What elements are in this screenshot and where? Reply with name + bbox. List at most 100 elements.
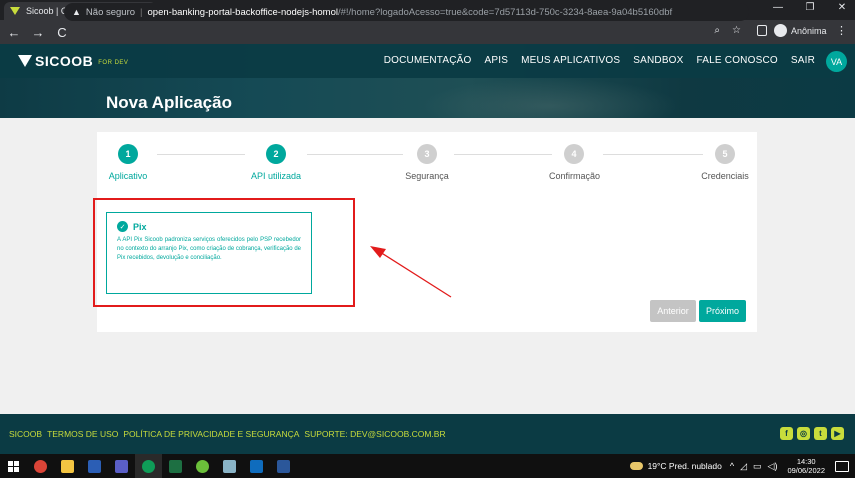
weather-text: 19°C Pred. nublado	[647, 461, 722, 471]
next-button[interactable]: Próximo	[699, 300, 746, 322]
main-content: 1 Aplicativo 2 API utilizada 3 Segurança…	[0, 118, 855, 414]
zoom-search-icon[interactable]: ⌕	[714, 25, 720, 36]
step-credenciais[interactable]: 5 Credenciais	[701, 144, 749, 181]
file-explorer-icon[interactable]	[54, 454, 81, 478]
sicoob-favicon-icon	[10, 7, 20, 15]
user-avatar[interactable]: VA	[826, 51, 847, 72]
footer-link-sicoob[interactable]: SICOOB	[9, 429, 42, 439]
step-connector	[454, 154, 552, 155]
word-icon[interactable]	[270, 454, 297, 478]
footer-link-terms[interactable]: TERMOS DE USO	[47, 429, 118, 439]
side-panel-icon[interactable]	[757, 25, 767, 36]
bookmark-star-icon[interactable]: ☆	[732, 25, 741, 36]
main-menu: DOCUMENTAÇÃO APIS MEUS APLICATIVOS SANDB…	[384, 55, 815, 66]
api-option-pix[interactable]: ✓ Pix A API Pix Sicoob padroniza serviço…	[106, 212, 312, 294]
facebook-icon[interactable]: f	[780, 427, 793, 440]
warning-icon[interactable]: ▲	[72, 7, 81, 17]
previous-button[interactable]: Anterior	[650, 300, 696, 322]
taskbar-apps	[0, 454, 297, 478]
header-background-image	[420, 78, 680, 118]
system-tray: 19°C Pred. nublado ^ ◿ ▭ ◁) 14:30 09/06/…	[629, 454, 855, 478]
api-name: Pix	[133, 221, 147, 232]
windows-start-icon[interactable]	[0, 454, 27, 478]
step-label: API utilizada	[250, 171, 302, 181]
sicoob-chevron-icon	[18, 55, 32, 67]
outlook-icon[interactable]	[243, 454, 270, 478]
step-connector	[603, 154, 703, 155]
address-bar[interactable]: ▲ Não seguro | open-banking-portal-backo…	[64, 3, 749, 21]
clock[interactable]: 14:30 09/06/2022	[787, 457, 825, 475]
powershell-icon[interactable]	[81, 454, 108, 478]
logo-subtext: FOR DEV	[98, 60, 129, 66]
url-separator: |	[140, 6, 143, 18]
footer-link-privacy[interactable]: POLÍTICA DE PRIVACIDADE E SEGURANÇA	[123, 429, 299, 439]
minimize-button[interactable]: —	[771, 2, 785, 13]
footer-links: SICOOB TERMOS DE USO POLÍTICA DE PRIVACI…	[9, 429, 446, 439]
green-app-icon[interactable]	[189, 454, 216, 478]
step-connector	[157, 154, 245, 155]
menu-meus-aplicativos[interactable]: MEUS APLICATIVOS	[521, 55, 620, 66]
menu-documentacao[interactable]: DOCUMENTAÇÃO	[384, 55, 472, 66]
clock-time: 14:30	[796, 457, 816, 466]
security-label[interactable]: Não seguro	[86, 7, 135, 18]
twitter-icon[interactable]: t	[814, 427, 827, 440]
step-aplicativo[interactable]: 1 Aplicativo	[108, 144, 148, 181]
step-number: 5	[715, 144, 735, 164]
reload-button[interactable]: C	[52, 25, 72, 40]
chrome-icon[interactable]	[27, 454, 54, 478]
step-label: Aplicativo	[108, 171, 148, 181]
incognito-icon	[774, 24, 787, 37]
teams-icon[interactable]	[108, 454, 135, 478]
url-host: open-banking-portal-backoffice-nodejs-ho…	[147, 6, 338, 18]
page-title: Nova Aplicação	[106, 93, 232, 112]
chevron-up-icon[interactable]: ^	[730, 461, 734, 471]
step-seguranca[interactable]: 3 Segurança	[405, 144, 449, 181]
menu-fale-conosco[interactable]: FALE CONOSCO	[697, 55, 778, 66]
weather-widget[interactable]: 19°C Pred. nublado	[629, 461, 722, 471]
social-links: f ◎ t ▶	[780, 427, 844, 440]
sicoob-logo[interactable]: SICOOB FOR DEV	[18, 53, 128, 69]
maximize-button[interactable]: ❐	[803, 2, 817, 13]
instagram-icon[interactable]: ◎	[797, 427, 810, 440]
url-path: /#!/home?logadoAcesso=true&code=7d57113d…	[337, 6, 673, 18]
back-button[interactable]: ←	[4, 25, 24, 40]
browser-menu-icon[interactable]: ⋮	[836, 24, 847, 37]
window-controls: — ❐ ✕	[771, 2, 849, 13]
menu-sair[interactable]: SAIR	[791, 55, 815, 66]
windows-taskbar: 19°C Pred. nublado ^ ◿ ▭ ◁) 14:30 09/06/…	[0, 454, 855, 478]
step-label: Confirmação	[549, 171, 601, 181]
step-api-utilizada[interactable]: 2 API utilizada	[249, 144, 303, 181]
profile-label: Anônima	[791, 25, 827, 36]
excel-icon[interactable]	[162, 454, 189, 478]
wizard-card: 1 Aplicativo 2 API utilizada 3 Segurança…	[97, 132, 757, 332]
step-connector	[307, 154, 403, 155]
omnibox-icons: ⌕ ☆	[714, 25, 741, 36]
volume-icon[interactable]: ◁)	[768, 461, 778, 472]
step-number: 4	[564, 144, 584, 164]
site-header: SICOOB FOR DEV DOCUMENTAÇÃO APIS MEUS AP…	[0, 44, 855, 118]
step-label: Segurança	[405, 171, 449, 181]
notes-app-icon[interactable]	[216, 454, 243, 478]
notification-icon[interactable]	[835, 460, 849, 472]
step-label: Credenciais	[701, 171, 749, 181]
menu-sandbox[interactable]: SANDBOX	[633, 55, 683, 66]
cloud-sun-icon	[629, 462, 643, 470]
api-option-header: ✓ Pix	[117, 221, 301, 232]
menu-apis[interactable]: APIS	[484, 55, 508, 66]
network-icon[interactable]: ◿	[740, 461, 747, 472]
step-number: 1	[118, 144, 138, 164]
battery-icon[interactable]: ▭	[753, 461, 762, 472]
chrome-active-icon[interactable]	[135, 454, 162, 478]
site-footer: SICOOB TERMOS DE USO POLÍTICA DE PRIVACI…	[0, 414, 855, 454]
clock-date: 09/06/2022	[787, 466, 825, 475]
youtube-icon[interactable]: ▶	[831, 427, 844, 440]
close-window-button[interactable]: ✕	[835, 2, 849, 13]
step-number: 2	[266, 144, 286, 164]
logo-text: SICOOB	[35, 53, 94, 69]
incognito-profile[interactable]: Anônima	[774, 24, 827, 37]
step-number: 3	[417, 144, 437, 164]
step-confirmacao[interactable]: 4 Confirmação	[549, 144, 601, 181]
api-description: A API Pix Sicoob padroniza serviços ofer…	[117, 237, 301, 261]
forward-button[interactable]: →	[28, 25, 48, 40]
footer-link-support[interactable]: SUPORTE: DEV@SICOOB.COM.BR	[304, 429, 445, 439]
